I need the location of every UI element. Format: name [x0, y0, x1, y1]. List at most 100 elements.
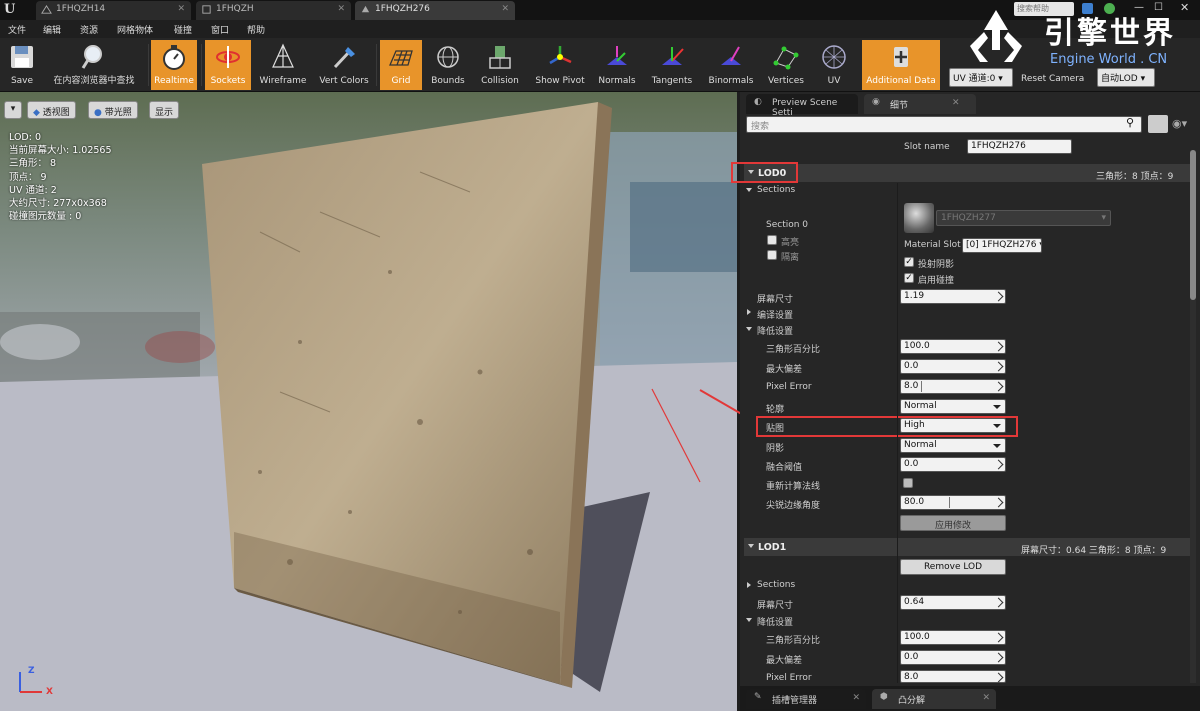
- normals-icon: [607, 46, 627, 65]
- lit-sphere-icon: ●: [94, 108, 102, 118]
- close-icon[interactable]: ✕: [982, 693, 990, 703]
- stat-screen-size: 当前屏幕大小: 1.02565: [9, 145, 112, 157]
- menu-collision[interactable]: 碰撞: [174, 23, 192, 36]
- vertices-toggle[interactable]: Vertices: [763, 40, 809, 90]
- uv-toggle[interactable]: UV: [813, 40, 855, 90]
- unreal-logo-icon[interactable]: U: [4, 2, 20, 18]
- tangents-toggle[interactable]: Tangents: [645, 40, 699, 90]
- realtime-toggle[interactable]: Realtime: [151, 40, 197, 90]
- close-icon[interactable]: ✕: [337, 4, 345, 14]
- close-icon[interactable]: ✕: [852, 693, 860, 703]
- binormals-toggle[interactable]: Binormals: [703, 40, 759, 90]
- vert-colors-toggle[interactable]: Vert Colors: [315, 40, 373, 90]
- material-slot-dropdown[interactable]: [0] 1FHQZH276 ▾: [962, 238, 1042, 253]
- scrollbar-thumb[interactable]: [1190, 150, 1196, 300]
- lod1-sections-expand-icon[interactable]: [747, 582, 751, 588]
- spin-icon: [993, 632, 1004, 643]
- tab-preview-scene-settings[interactable]: ◐ Preview Scene Setti: [746, 94, 858, 118]
- viewport[interactable]: ▾ ◆ 透视图 ● 带光照 显示 LOD: 0 当前屏幕大小: 1.02565 …: [0, 92, 737, 711]
- perspective-button[interactable]: ◆ 透视图: [27, 101, 76, 119]
- grid-toggle[interactable]: Grid: [380, 40, 422, 90]
- save-button[interactable]: Save: [3, 40, 41, 90]
- slot-name-input[interactable]: 1FHQZH276: [967, 139, 1072, 154]
- build-settings-expand-icon[interactable]: [747, 309, 751, 315]
- lod1-screen-size-input[interactable]: 0.64: [900, 595, 1006, 610]
- lod1-triangle-percent-input[interactable]: 100.0: [900, 630, 1006, 645]
- enable-collision-checkbox[interactable]: ✓: [904, 273, 914, 283]
- triangle-percent-input[interactable]: 100.0: [900, 339, 1006, 354]
- spin-icon: [993, 381, 1004, 392]
- recompute-normals-checkbox[interactable]: [903, 478, 913, 488]
- close-icon[interactable]: ✕: [501, 4, 509, 14]
- close-icon[interactable]: ✕: [177, 4, 185, 14]
- view-options-icon[interactable]: [1148, 115, 1168, 133]
- sections-expand-icon[interactable]: [746, 188, 752, 192]
- lod1-reduction-settings-label: 降低设置: [757, 618, 794, 628]
- max-deviation-label: 最大偏差: [766, 365, 803, 375]
- menu-asset[interactable]: 资源: [80, 23, 98, 36]
- normals-toggle[interactable]: Normals: [594, 40, 640, 90]
- find-in-content-browser-button[interactable]: 在内容浏览器中查找: [44, 40, 144, 90]
- additional-data-toggle[interactable]: Additional Data: [862, 40, 940, 90]
- spin-icon: [993, 459, 1004, 470]
- details-search-input[interactable]: 搜索: [746, 116, 1142, 133]
- max-deviation-input[interactable]: 0.0: [900, 359, 1006, 374]
- collision-toggle[interactable]: Collision: [474, 40, 526, 90]
- cast-shadow-checkbox[interactable]: ✓: [904, 257, 914, 267]
- watermark: 引擎世界 Engine World . CN: [960, 6, 1200, 76]
- hard-angle-input[interactable]: 80.0: [900, 495, 1006, 510]
- apply-changes-button[interactable]: 应用修改: [900, 515, 1006, 531]
- sockets-toggle[interactable]: Sockets: [205, 40, 251, 90]
- bounds-icon: [437, 46, 459, 68]
- hard-angle-label: 尖锐边缘角度: [766, 501, 821, 511]
- tab-convex-decomposition[interactable]: ⬢ 凸分解 ✕: [872, 689, 996, 709]
- wireframe-toggle[interactable]: Wireframe: [256, 40, 310, 90]
- save-icon: [11, 46, 33, 68]
- reduction-settings-expand-icon[interactable]: [746, 327, 752, 331]
- tab-1fhqzh14[interactable]: 1FHQZH14 ✕: [36, 1, 191, 20]
- menu-window[interactable]: 窗口: [211, 23, 229, 36]
- engine-world-logo-icon: [970, 10, 1022, 62]
- tab-close-icon[interactable]: ✕: [952, 98, 960, 108]
- screen-size-input[interactable]: 1.19: [900, 289, 1006, 304]
- socket-icon: ✎: [754, 692, 762, 702]
- lod1-sections-label: Sections: [757, 580, 796, 590]
- viewport-options-button[interactable]: ▾: [4, 101, 22, 119]
- shading-dropdown[interactable]: Normal: [900, 438, 1006, 453]
- triangle-percent-label: 三角形百分比: [766, 345, 821, 355]
- show-pivot-toggle[interactable]: Show Pivot: [530, 40, 590, 90]
- menu-mesh[interactable]: 网格物体: [117, 23, 153, 36]
- eye-icon[interactable]: ◉▾: [1172, 117, 1187, 130]
- tangents-icon: [662, 47, 684, 65]
- lit-button[interactable]: ● 带光照: [88, 101, 138, 119]
- remove-lod-button[interactable]: Remove LOD: [900, 559, 1006, 575]
- tab-1fhqzh[interactable]: 1FHQZH ✕: [196, 1, 351, 20]
- tab-label: 1FHQZH276: [375, 4, 430, 14]
- highlight-checkbox[interactable]: [767, 235, 777, 245]
- show-button[interactable]: 显示: [149, 101, 180, 119]
- silhouette-dropdown[interactable]: Normal: [900, 399, 1006, 414]
- menu-file[interactable]: 文件: [8, 23, 26, 36]
- grid-icon: [389, 50, 413, 66]
- watermark-title: 引擎世界: [1044, 16, 1176, 51]
- lod1-expand-icon[interactable]: [748, 544, 754, 548]
- camera-icon: ◆: [33, 108, 40, 118]
- menu-edit[interactable]: 编辑: [43, 23, 61, 36]
- menu-help[interactable]: 帮助: [247, 23, 265, 36]
- enable-collision-label: 启用碰撞: [918, 276, 955, 286]
- material-dropdown[interactable]: 1FHQZH277 ▾: [936, 210, 1111, 226]
- tab-1fhqzh276[interactable]: 1FHQZH276 ✕: [355, 1, 515, 20]
- material-thumbnail[interactable]: [904, 203, 934, 233]
- search-icon[interactable]: ⚲: [1126, 117, 1140, 131]
- weld-threshold-input[interactable]: 0.0: [900, 457, 1006, 472]
- lod1-reduction-expand-icon[interactable]: [746, 618, 752, 622]
- bounds-toggle[interactable]: Bounds: [426, 40, 470, 90]
- tab-socket-manager[interactable]: ✎ 插槽管理器 ✕: [746, 689, 866, 709]
- lod1-max-deviation-input[interactable]: 0.0: [900, 650, 1006, 665]
- lod1-pixel-error-input[interactable]: 8.0: [900, 670, 1006, 683]
- lod1-stats: 屏幕尺寸：0.64 三角形：8 顶点：9: [1021, 546, 1167, 556]
- isolate-checkbox[interactable]: [767, 250, 777, 260]
- lod1-triangle-percent-label: 三角形百分比: [766, 636, 821, 646]
- stat-approx-size: 大约尺寸: 277x0x368: [9, 198, 107, 210]
- pixel-error-input[interactable]: 8.0: [900, 379, 1006, 394]
